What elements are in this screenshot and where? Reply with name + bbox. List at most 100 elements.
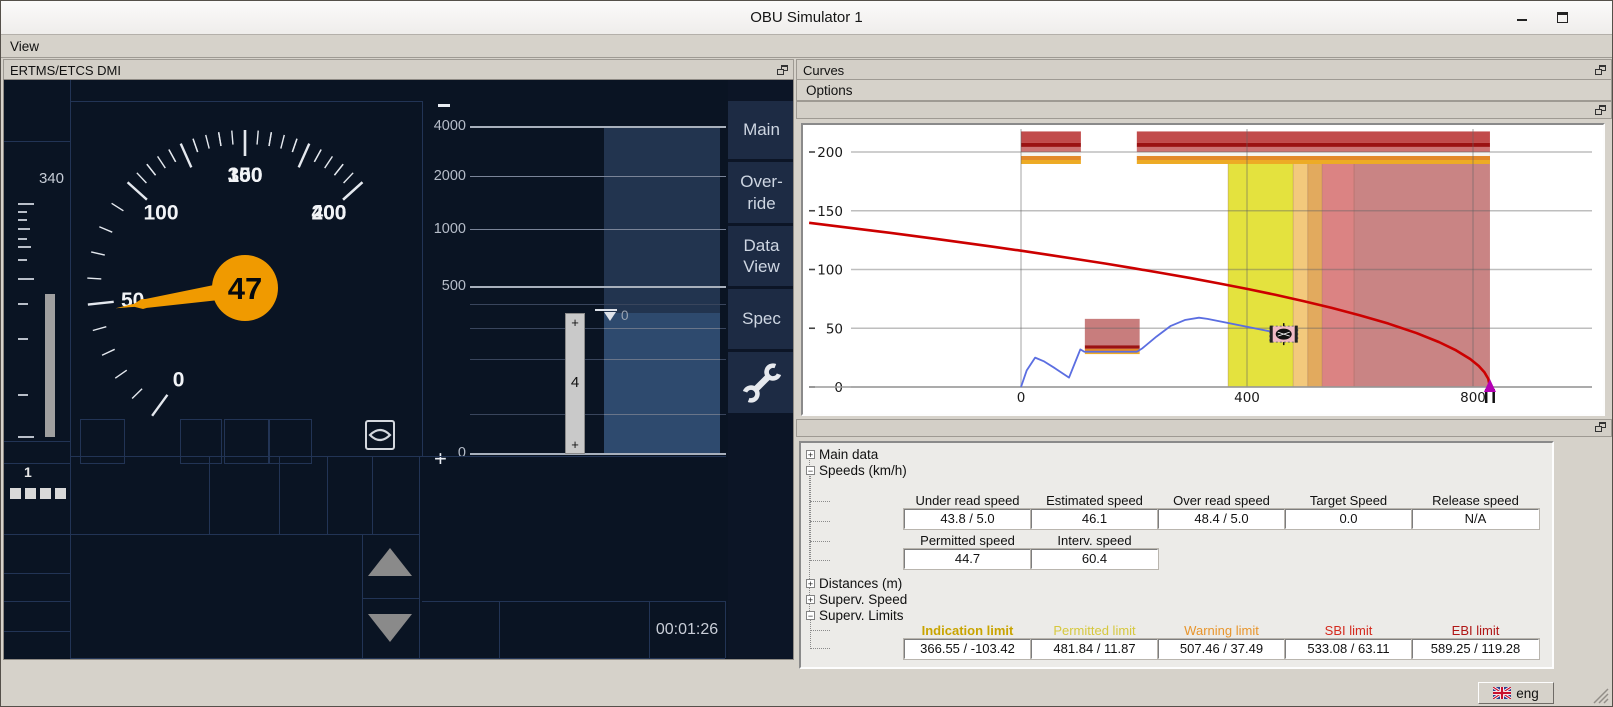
settings-button[interactable] <box>728 352 794 413</box>
maximize-button[interactable] <box>1554 9 1572 27</box>
minimize-icon <box>1517 19 1527 21</box>
eye-icon <box>367 422 393 448</box>
dmi-panel-header[interactable]: ERTMS/ETCS DMI <box>3 59 794 80</box>
clock-display: 00:01:26 <box>649 601 725 658</box>
plan-scale-500: 500 <box>422 278 466 294</box>
data-view-button[interactable]: Data View <box>728 226 794 286</box>
restriction-block <box>1085 319 1140 354</box>
x-tick-label: 0 <box>1017 390 1026 406</box>
ebi-limit-value: 589.25 / 119.28 <box>1412 639 1539 659</box>
menu-options[interactable]: Options <box>797 80 862 101</box>
dial-label: 400 <box>311 201 346 224</box>
scroll-down-button[interactable] <box>368 614 412 642</box>
planning-zoom-out-button[interactable] <box>438 104 450 107</box>
speeds-value-row: 43.8 / 5.0 46.1 48.4 / 5.0 0.0 N/A <box>904 509 1539 529</box>
dmi-sidebar: Main Over-ride Data View Spec <box>728 80 794 660</box>
minimize-button[interactable] <box>1514 9 1532 27</box>
uk-flag-icon <box>1493 687 1511 699</box>
gradient-profile[interactable]: + 4 + <box>565 313 585 454</box>
warning-limit-header: Warning limit <box>1158 623 1285 638</box>
gradient-sign-top: + <box>566 315 584 330</box>
title-bar[interactable]: OBU Simulator 1 <box>1 1 1612 35</box>
obu-simulator-window: OBU Simulator 1 View ERTMS/ETCS DMI 340 … <box>0 0 1613 707</box>
y-tick-label: 100 <box>817 263 843 279</box>
dmi-display: 340 1 05010015020030040047 4000 2000 100… <box>3 79 794 660</box>
train-position-marker[interactable] <box>1270 323 1298 345</box>
window-title: OBU Simulator 1 <box>1 9 1612 26</box>
dial-label: 300 <box>227 164 262 187</box>
planning-zoom-in-button[interactable]: + <box>434 446 447 472</box>
menu-view[interactable]: View <box>1 36 48 57</box>
speed-distance-chart: 0501001502000400800 <box>809 129 1595 412</box>
plan-scale-1000: 1000 <box>422 221 466 237</box>
tree-item-main-data[interactable]: +Main data <box>806 447 878 462</box>
expand-icon[interactable]: + <box>806 450 815 459</box>
data-tree: +Main data −Speeds (km/h) Under read spe… <box>799 441 1554 669</box>
collapse-icon[interactable]: − <box>806 466 815 475</box>
language-button[interactable]: eng <box>1478 682 1554 704</box>
maximize-icon <box>1557 12 1568 23</box>
sbi-limit-value: 533.08 / 63.11 <box>1285 639 1412 659</box>
dial-label: 0 <box>173 368 185 391</box>
limits-value-row: 366.55 / -103.42 481.84 / 11.87 507.46 /… <box>904 639 1539 659</box>
language-label: eng <box>1516 686 1539 701</box>
speeds-header-row: Under read speed Estimated speed Over re… <box>904 493 1539 508</box>
over-read-speed-value: 48.4 / 5.0 <box>1158 509 1285 529</box>
target-speed-value: 0.0 <box>1285 509 1412 529</box>
float-pane-icon[interactable] <box>1595 65 1606 75</box>
curves-panel-title: Curves <box>803 63 844 78</box>
indication-limit-header: Indication limit <box>904 623 1031 638</box>
gradient-value: 4 <box>566 374 584 391</box>
float-pane-icon[interactable] <box>1595 422 1606 432</box>
wrench-icon <box>741 362 783 404</box>
plan-scale-2000: 2000 <box>422 168 466 184</box>
resize-grip[interactable] <box>1590 686 1610 704</box>
tree-item-superv-limits[interactable]: −Superv. Limits <box>806 608 904 623</box>
dmi-panel: ERTMS/ETCS DMI 340 1 0501001502003004004… <box>3 59 794 661</box>
collapse-icon[interactable]: − <box>806 611 815 620</box>
curves-panel: Curves Options 0501001502000400800 <box>796 59 1612 675</box>
curves-panel-header[interactable]: Curves <box>796 59 1612 80</box>
tree-item-superv-speed[interactable]: +Superv. Speed <box>806 592 907 607</box>
indication-limit-value: 366.55 / -103.42 <box>904 639 1031 659</box>
planning-speed-profile <box>604 313 720 453</box>
planning-speed-profile-upper <box>604 126 720 313</box>
target-speed-value: 0 <box>621 308 629 323</box>
curves-menu-bar: Options <box>796 80 1612 101</box>
limits-header-row: Indication limit Permitted limit Warning… <box>904 623 1539 638</box>
gradient-sign-bottom: + <box>566 437 584 452</box>
speeds2-value-row: 44.7 60.4 <box>904 549 1158 569</box>
override-button[interactable]: Over-ride <box>728 162 794 223</box>
spec-button[interactable]: Spec <box>728 289 794 349</box>
warning-limit-value: 507.46 / 37.49 <box>1158 639 1285 659</box>
scroll-up-button[interactable] <box>368 548 412 576</box>
float-pane-icon[interactable] <box>1595 105 1606 115</box>
tree-item-speeds[interactable]: −Speeds (km/h) <box>806 463 907 478</box>
brightness-button[interactable] <box>365 420 395 450</box>
chart-pane-header[interactable] <box>796 101 1612 119</box>
x-tick-label: 400 <box>1234 390 1260 406</box>
chart-frame: 0501001502000400800 <box>801 123 1605 416</box>
expand-icon[interactable]: + <box>806 579 815 588</box>
current-speed-value: 47 <box>228 271 262 306</box>
main-button[interactable]: Main <box>728 101 794 159</box>
data-pane-header[interactable] <box>796 419 1612 437</box>
dial-label: 100 <box>144 201 179 224</box>
float-pane-icon[interactable] <box>777 65 788 75</box>
y-tick-label: 50 <box>826 321 843 337</box>
ebi-limit-header: EBI limit <box>1412 623 1539 638</box>
chart-region: 0501001502000400800 <box>796 120 1612 419</box>
dmi-cell <box>224 419 269 464</box>
plan-scale-4000: 4000 <box>422 118 466 134</box>
y-tick-label: 150 <box>817 204 843 220</box>
y-tick-label: 0 <box>834 380 843 396</box>
sbi-limit-header: SBI limit <box>1285 623 1412 638</box>
dmi-cell <box>180 419 222 464</box>
dmi-cell <box>80 419 125 464</box>
expand-icon[interactable]: + <box>806 595 815 604</box>
permitted-limit-value: 481.84 / 11.87 <box>1031 639 1158 659</box>
x-tick-label: 800 <box>1460 390 1486 406</box>
release-speed-value: N/A <box>1412 509 1539 529</box>
tree-item-distances[interactable]: +Distances (m) <box>806 576 902 591</box>
menu-bar: View <box>1 36 1612 58</box>
